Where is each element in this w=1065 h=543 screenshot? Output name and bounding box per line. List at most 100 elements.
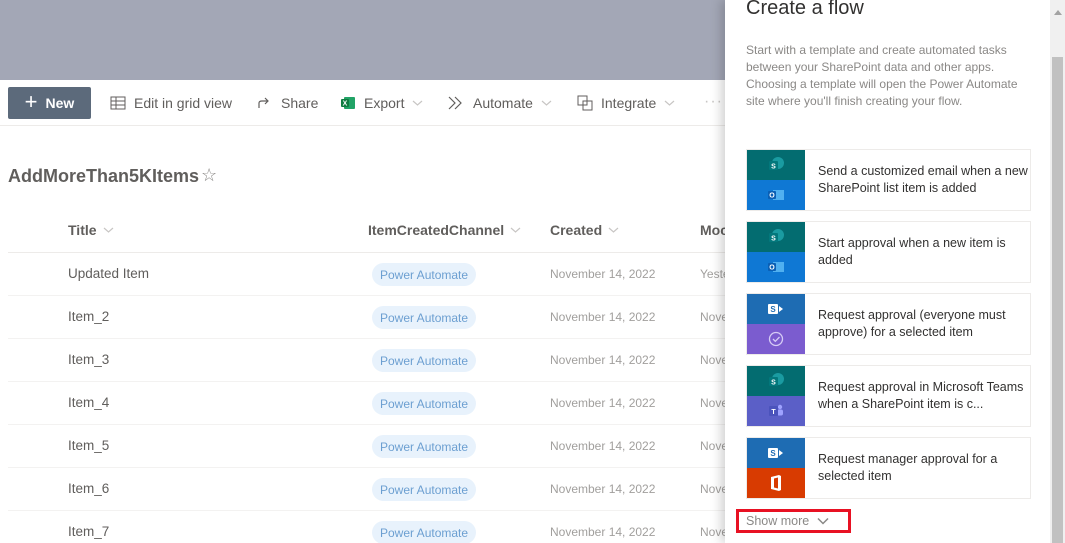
chevron-down-icon [608, 227, 619, 233]
channel-pill: Power Automate [372, 435, 477, 458]
table-row[interactable]: Item_7 Power Automate November 14, 2022 … [8, 511, 725, 543]
row-modified: Nove [700, 310, 725, 324]
row-modified: Nove [700, 525, 725, 539]
show-more-label: Show more [746, 514, 810, 528]
integrate-label: Integrate [601, 95, 657, 111]
template-icons: S [747, 294, 805, 354]
row-modified: Nove [700, 353, 725, 367]
grid-icon [110, 96, 126, 110]
scroll-up-arrow-icon[interactable] [1052, 6, 1063, 18]
template-icons: S O [747, 150, 805, 210]
svg-text:O: O [769, 265, 775, 272]
column-header-modified-label: Moc [700, 222, 725, 238]
row-modified: Nove [700, 439, 725, 453]
share-icon [258, 97, 269, 108]
template-card[interactable]: S Request manager approval for a selecte… [746, 437, 1031, 499]
channel-pill: Power Automate [372, 478, 477, 501]
row-title[interactable]: Updated Item [68, 266, 149, 281]
integrate-button[interactable]: Integrate [577, 80, 675, 126]
channel-pill: Power Automate [372, 306, 477, 329]
template-card[interactable]: S Request approval (everyone must approv… [746, 293, 1031, 355]
channel-pill: Power Automate [372, 349, 477, 372]
table-row[interactable]: Item_4 Power Automate November 14, 2022 … [8, 382, 725, 425]
row-modified: Nove [700, 396, 725, 410]
share-label: Share [281, 95, 319, 111]
sharepoint-icon: S [747, 294, 805, 324]
row-title[interactable]: Item_7 [68, 524, 109, 539]
integrate-icon [577, 95, 593, 111]
table-row[interactable]: Updated Item Power Automate November 14,… [8, 253, 725, 296]
template-label: Request approval in Microsoft Teams when… [818, 380, 1024, 411]
new-button[interactable]: + New [8, 87, 91, 119]
teams-icon: T [747, 396, 805, 426]
column-header-created-label: Created [550, 222, 603, 238]
svg-text:S: S [771, 164, 776, 171]
table-row[interactable]: Item_6 Power Automate November 14, 2022 … [8, 468, 725, 511]
more-commands-button[interactable]: ··· [704, 93, 723, 111]
edit-grid-view-label: Edit in grid view [134, 95, 233, 111]
template-card[interactable]: S O Start approval when a new item is ad… [746, 221, 1031, 283]
table-row[interactable]: Item_5 Power Automate November 14, 2022 … [8, 425, 725, 468]
table-row[interactable]: Item_2 Power Automate November 14, 2022 … [8, 296, 725, 339]
row-created: November 14, 2022 [550, 310, 656, 324]
template-label: Start approval when a new item is added [818, 236, 1006, 267]
svg-text:T: T [771, 409, 776, 416]
row-created: November 14, 2022 [550, 525, 656, 539]
template-label: Send a customized email when a new Share… [818, 164, 1028, 195]
show-more-button[interactable]: Show more [736, 509, 851, 533]
column-header-title[interactable]: Title [68, 222, 114, 238]
export-label: Export [364, 95, 405, 111]
flow-icon [448, 96, 462, 110]
excel-icon: X [341, 97, 355, 109]
channel-pill: Power Automate [372, 521, 477, 543]
template-card[interactable]: S T Request approval in Microsoft Teams … [746, 365, 1031, 427]
panel-description: Start with a template and create automat… [746, 43, 1018, 108]
sharepoint-icon: S [747, 222, 805, 252]
column-header-channel[interactable]: ItemCreatedChannel [368, 222, 521, 238]
row-created: November 14, 2022 [550, 482, 656, 496]
export-button[interactable]: X Export [340, 80, 423, 126]
chevron-down-icon [664, 100, 675, 106]
template-label: Request approval (everyone must approve)… [818, 308, 1006, 339]
list-title: AddMoreThan5KItems [8, 166, 200, 186]
sharepoint-icon: S [747, 438, 805, 468]
row-title[interactable]: Item_4 [68, 395, 109, 410]
create-flow-panel: Create a flow Start with a template and … [725, 0, 1050, 543]
automate-label: Automate [473, 95, 533, 111]
channel-pill: Power Automate [372, 263, 477, 286]
favorite-star-icon[interactable]: ☆ [201, 165, 217, 186]
automate-button[interactable]: Automate [447, 80, 552, 126]
column-header-created[interactable]: Created [550, 222, 619, 238]
chevron-down-icon [413, 100, 423, 106]
column-header-channel-label: ItemCreatedChannel [368, 222, 505, 238]
row-modified: Nove [700, 482, 725, 496]
row-title[interactable]: Item_2 [68, 309, 109, 324]
chevron-down-icon [103, 227, 113, 233]
svg-text:S: S [770, 305, 776, 314]
row-title[interactable]: Item_3 [68, 352, 109, 367]
template-card[interactable]: S O Send a customized email when a new S… [746, 149, 1031, 211]
template-icons: S O [747, 222, 805, 282]
sharepoint-icon: S [747, 366, 805, 396]
table-row[interactable]: Item_3 Power Automate November 14, 2022 … [8, 339, 725, 382]
row-created: November 14, 2022 [550, 439, 656, 453]
edit-grid-view-button[interactable]: Edit in grid view [110, 80, 232, 126]
new-button-label: New [45, 95, 75, 111]
channel-pill: Power Automate [372, 392, 477, 415]
svg-text:S: S [770, 449, 776, 458]
scrollbar-thumb[interactable] [1052, 57, 1063, 543]
template-label: Request manager approval for a selected … [818, 452, 998, 483]
row-title[interactable]: Item_5 [68, 438, 109, 453]
office-icon [747, 468, 805, 498]
chevron-down-icon [510, 227, 521, 233]
row-created: November 14, 2022 [550, 353, 656, 367]
svg-text:S: S [771, 380, 776, 387]
plus-icon: + [24, 89, 38, 114]
outlook-icon: O [747, 252, 805, 282]
row-title[interactable]: Item_6 [68, 481, 109, 496]
svg-text:S: S [771, 236, 776, 243]
panel-title: Create a flow [746, 0, 864, 19]
site-header-band [0, 0, 725, 80]
column-header-modified[interactable]: Moc [700, 222, 725, 238]
share-button[interactable]: Share [257, 80, 318, 126]
